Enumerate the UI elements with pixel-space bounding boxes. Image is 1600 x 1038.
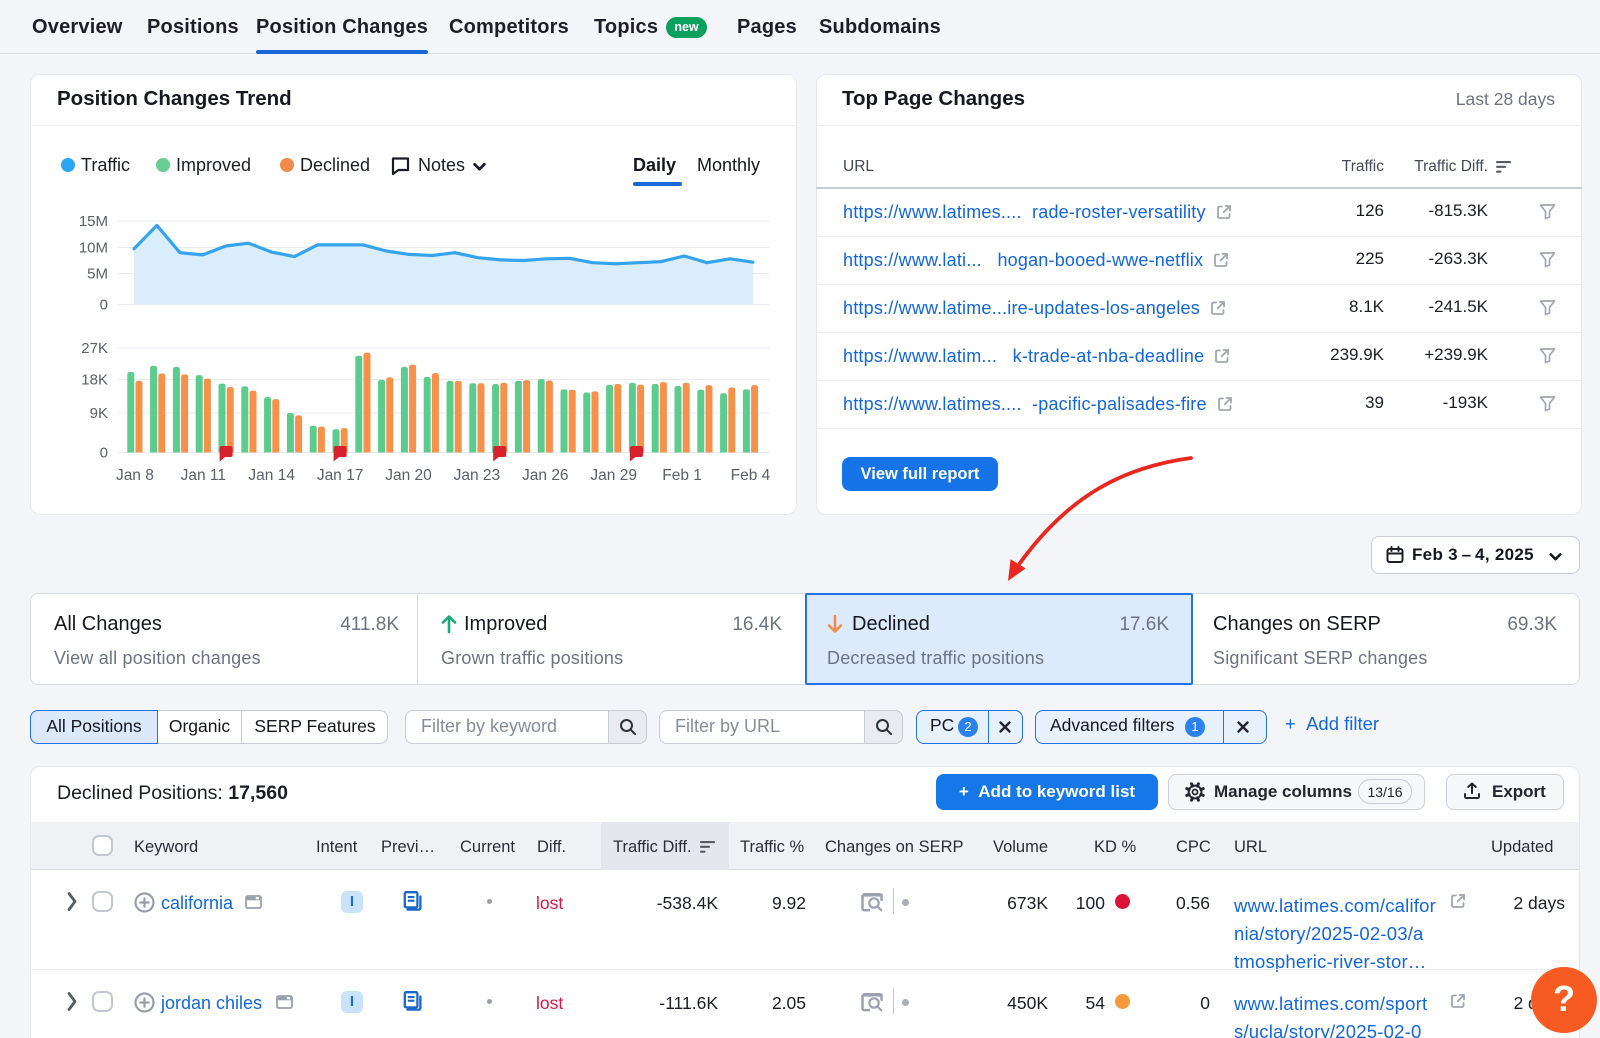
svg-text:Jan 23: Jan 23 — [454, 467, 501, 484]
svg-text:27K: 27K — [81, 340, 108, 357]
svg-text:10M: 10M — [79, 240, 108, 257]
svg-text:Jan 14: Jan 14 — [248, 467, 295, 484]
svg-text:Jan 20: Jan 20 — [385, 467, 432, 484]
svg-text:Feb 4: Feb 4 — [731, 467, 771, 484]
svg-text:0: 0 — [100, 445, 108, 462]
svg-text:5M: 5M — [87, 266, 108, 283]
svg-text:Jan 17: Jan 17 — [317, 467, 364, 484]
svg-text:18K: 18K — [81, 372, 108, 389]
svg-text:Jan 29: Jan 29 — [590, 467, 637, 484]
svg-text:Feb 1: Feb 1 — [662, 467, 702, 484]
svg-text:Jan 8: Jan 8 — [116, 467, 154, 484]
svg-text:Jan 11: Jan 11 — [181, 467, 226, 484]
svg-text:15M: 15M — [79, 213, 108, 230]
svg-text:Jan 26: Jan 26 — [522, 467, 569, 484]
svg-text:9K: 9K — [90, 405, 108, 422]
svg-text:0: 0 — [100, 297, 108, 314]
